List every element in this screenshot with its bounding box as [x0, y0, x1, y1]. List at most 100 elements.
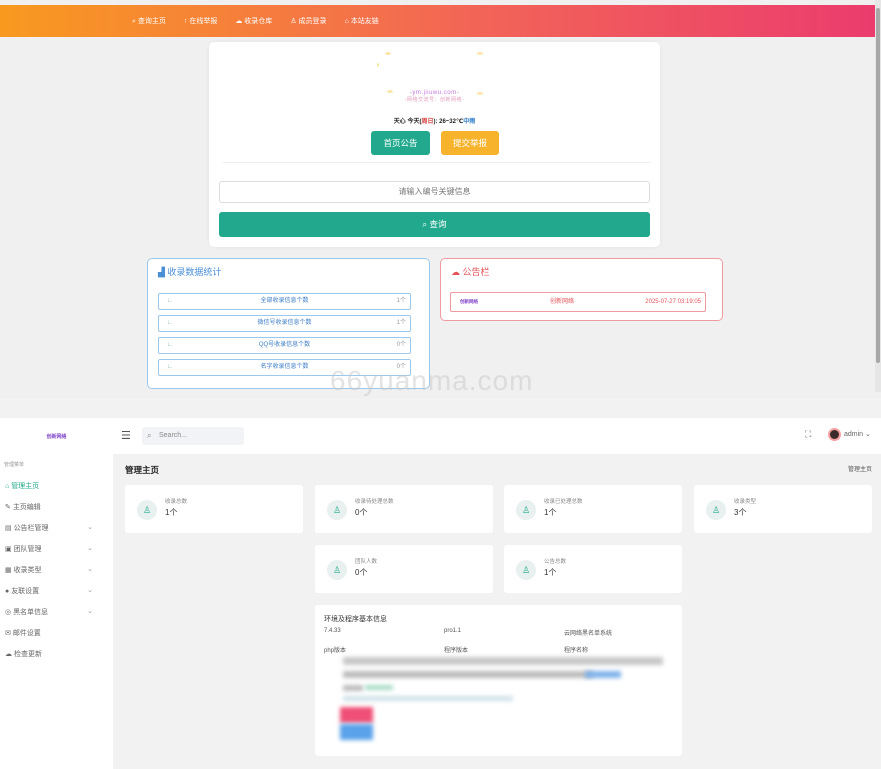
nav-item-label: 成员登录: [298, 18, 327, 25]
nav-item-links[interactable]: ⌂ 本站友链: [345, 16, 379, 26]
notice-row[interactable]: 创新网络 创新网络 2025-07-27 03:19:05: [450, 292, 706, 312]
page-scrollbar[interactable]: [875, 0, 881, 392]
sidebar-item-label: 收录类型: [13, 567, 42, 574]
admin-dashboard-screenshot: 创新网络 ☰ ⌕ Search... ⛶ admin ⌄ 管理菜单 ⌂ 管理主页 …: [0, 418, 881, 769]
top-nav-bar: ⌕ 查询主页 ↑ 在线举报 ☁ 收录仓库 ♙ 成员登录 ⌂ 本站友链: [0, 5, 875, 37]
stats-row-count: 1个: [396, 320, 406, 326]
query-button-label: 查询: [429, 219, 447, 229]
stat-card-label: 收录总数: [165, 499, 188, 505]
avatar[interactable]: [828, 428, 841, 441]
stat-card-label: 收录待处理总数: [355, 499, 394, 505]
stat-card-label: 收录已处理总数: [544, 499, 583, 505]
menu-toggle-icon[interactable]: ☰: [121, 429, 131, 442]
sidebar-item-label: 主页编辑: [12, 504, 41, 511]
admin-content: 管理主页 管理主页 ♙ 收录总数 1个 ♙ 收录待处理总数 0个 ♙ 收录已处理总数 1个 …: [113, 454, 881, 769]
notice-title-text: 公告栏: [462, 267, 490, 277]
stat-card: ♙ 团队人数 0个: [315, 545, 493, 593]
sidebar-item-team[interactable]: ▣ 团队管理 ⌄: [5, 544, 105, 554]
admin-sidebar: 管理菜单 ⌂ 管理主页 ✎ 主页编辑 ▤ 公告栏管理 ⌄ ▣ 团队管理 ⌄ ▦ 收录…: [0, 454, 113, 769]
sidebar-item-notice[interactable]: ▤ 公告栏管理 ⌄: [5, 523, 105, 533]
chevron-down-icon: ⌄: [87, 608, 93, 615]
env-title: 环境及程序基本信息: [324, 616, 387, 623]
chevron-down-icon: ⌄: [87, 587, 93, 594]
search-icon: ⌕: [147, 431, 152, 440]
sidebar-item-label: 检查更新: [13, 651, 42, 658]
blurred-link: [585, 671, 621, 678]
users-icon: ♙: [706, 500, 726, 520]
stats-row-label: QQ号收录信息个数: [258, 342, 311, 348]
nav-item-label: 查询主页: [137, 18, 166, 25]
stat-card-label: 公告总数: [544, 559, 567, 565]
stats-title: ▟ 收录数据统计: [158, 265, 221, 278]
stat-card-value: 0个: [355, 508, 368, 517]
weather-day: 周日: [421, 119, 434, 125]
users-icon: ♙: [327, 560, 347, 580]
stat-card: ♙ 收录总数 1个: [125, 485, 303, 533]
nav-item-login[interactable]: ♙ 成员登录: [290, 16, 326, 26]
stats-row[interactable]: ∟ 全部收录信息个数 1个: [158, 293, 411, 310]
home-notice-button[interactable]: 首页公告: [371, 131, 430, 155]
blurred-text: [343, 696, 513, 701]
mail-icon: ✉: [5, 630, 13, 637]
program-name-label: 程序名称: [564, 648, 589, 654]
notice-author: 创新网络: [550, 299, 575, 305]
chevron-down-icon: ⌄: [87, 545, 93, 552]
search-icon: ⌕: [422, 219, 430, 229]
blurred-text: [343, 671, 593, 678]
stat-card-label: 收录类型: [734, 499, 757, 505]
query-button[interactable]: ⌕ 查询: [219, 212, 650, 237]
chevron-down-icon: ⌄: [87, 566, 93, 573]
stats-row[interactable]: ∟ 微信号收录信息个数 1个: [158, 315, 411, 332]
sidebar-item-home-edit[interactable]: ✎ 主页编辑: [5, 502, 105, 512]
site-subtitle: -网络交流号：创新网络-: [404, 97, 465, 103]
stat-card: ♙ 收录类型 3个: [694, 485, 872, 533]
env-info-panel: 环境及程序基本信息 7.4.33 pro1.1 云网络黑名单系统 php版本 程…: [315, 605, 682, 756]
blurred-text: [365, 685, 393, 690]
nav-item-repo[interactable]: ☁ 收录仓库: [235, 16, 272, 26]
decor-spark: [377, 63, 379, 67]
sidebar-item-mail[interactable]: ✉ 邮件设置: [5, 628, 105, 638]
search-input[interactable]: 请输入编号关键信息: [219, 181, 650, 203]
stat-card-label: 团队人数: [355, 559, 378, 565]
cloud-icon: ☁: [5, 651, 14, 658]
notice-logo: 创新网络: [460, 299, 478, 304]
search-card: -ym.jiiuwu.com- -网络交流号：创新网络- 天心 今天(周日): …: [209, 42, 660, 247]
weather-temp: ): 26~32℃: [433, 119, 464, 125]
top-nav: ⌕ 查询主页 ↑ 在线举报 ☁ 收录仓库 ♙ 成员登录 ⌂ 本站友链: [132, 16, 379, 26]
sidebar-item-home[interactable]: ⌂ 管理主页: [5, 481, 105, 491]
php-version-label: php版本: [324, 648, 347, 654]
blurred-text: [343, 685, 363, 691]
sidebar-item-blacklist[interactable]: ◎ 黑名单信息 ⌄: [5, 607, 105, 617]
notice-panel: ☁ 公告栏 创新网络 创新网络 2025-07-27 03:19:05: [440, 258, 723, 321]
sidebar-item-label: 公告栏管理: [13, 525, 49, 532]
blurred-badge: [340, 707, 373, 723]
sidebar-item-label: 邮件设置: [12, 630, 41, 637]
stat-card-value: 1个: [544, 508, 557, 517]
team-icon: ▣: [5, 546, 14, 553]
nav-item-report[interactable]: ↑ 在线举报: [184, 16, 217, 26]
blacklist-icon: ◎: [5, 609, 14, 616]
admin-search-placeholder: Search...: [159, 432, 188, 439]
sidebar-item-update[interactable]: ☁ 检查更新: [5, 649, 105, 659]
stats-title-text: 收录数据统计: [167, 267, 222, 277]
scrollbar-thumb[interactable]: [876, 8, 880, 363]
admin-search-input[interactable]: ⌕ Search...: [142, 427, 244, 445]
user-menu[interactable]: admin ⌄: [844, 430, 871, 438]
nav-item-query[interactable]: ⌕ 查询主页: [132, 16, 166, 26]
users-icon: ♙: [516, 500, 536, 520]
admin-logo-text: 创新网络: [46, 433, 67, 440]
sidebar-item-label: 黑名单信息: [13, 609, 49, 616]
fullscreen-icon[interactable]: ⛶: [805, 429, 811, 440]
stats-row[interactable]: ∟ QQ号收录信息个数 0个: [158, 337, 411, 354]
chevron-down-icon: ⌄: [865, 431, 871, 438]
sidebar-item-links[interactable]: ● 友联设置 ⌄: [5, 586, 105, 596]
admin-logo[interactable]: 创新网络: [0, 418, 113, 454]
weather-place: 天心: [393, 119, 406, 125]
sidebar-item-types[interactable]: ▦ 收录类型 ⌄: [5, 565, 105, 575]
sidebar-item-label: 管理主页: [11, 483, 40, 490]
program-name-value: 云网络黑名单系统: [564, 631, 613, 637]
report-button[interactable]: 提交举报: [441, 131, 499, 155]
weather-info: 天心 今天(周日): 26~32℃中雨: [209, 116, 660, 125]
breadcrumb[interactable]: 管理主页: [848, 464, 872, 473]
cloud-icon: ☁: [451, 267, 463, 277]
